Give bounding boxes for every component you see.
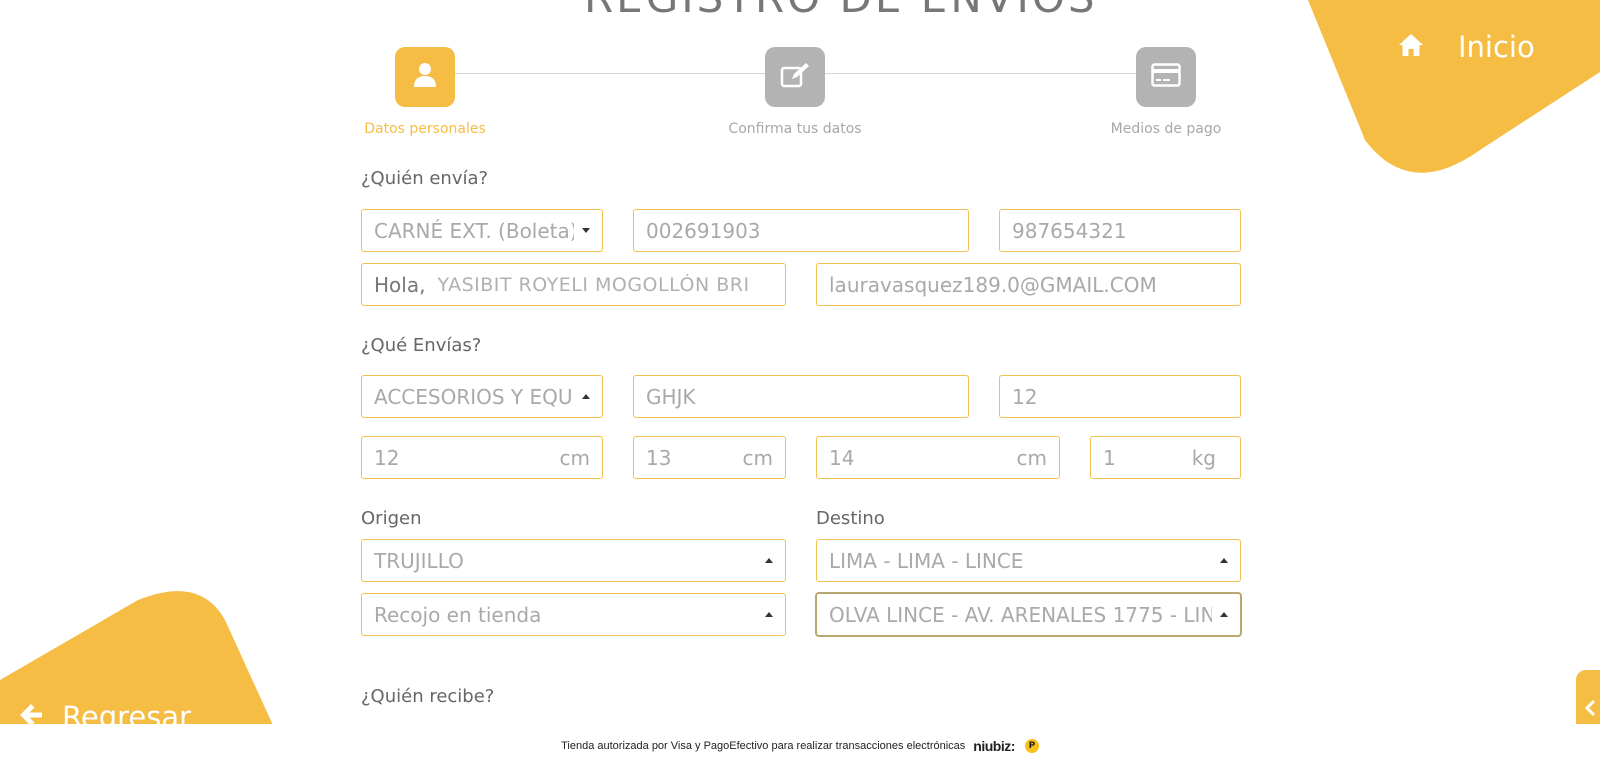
user-icon (413, 62, 437, 92)
recipient-section-label: ¿Quién recibe? (361, 686, 495, 707)
sender-name-value: YASIBIT ROYELI MOGOLLÓN BRI (437, 273, 750, 296)
destination-district-select[interactable]: LIMA - LIMA - LINCE (816, 539, 1241, 582)
origin-city-value: TRUJILLO (374, 548, 464, 573)
unit-kg-label: kg (1191, 445, 1216, 470)
destination-agency-value: OLVA LINCE - AV. ARENALES 1775 - LINCE (829, 602, 1212, 627)
origin-city-select[interactable]: TRUJILLO (361, 539, 786, 582)
home-link[interactable]: Inicio (1398, 30, 1535, 64)
weight-input[interactable]: 1 kg (1090, 436, 1241, 479)
footer-bar: Tienda autorizada por Visa y PagoEfectiv… (0, 724, 1600, 767)
package-section-label: ¿Qué Envías? (361, 335, 482, 356)
email-value: lauravasquez189.0@GMAIL.COM (829, 272, 1157, 297)
doc-type-select[interactable]: CARNÉ EXT. (Boleta) (361, 209, 603, 252)
page-title: REGISTRO DE ENVÍOS (584, 0, 1098, 22)
caret-up-icon (765, 558, 773, 563)
step-medios-pago[interactable]: Medios de pago (1076, 47, 1256, 137)
step-label: Confirma tus datos (728, 121, 862, 137)
category-select[interactable]: ACCESORIOS Y EQUIP (361, 375, 603, 418)
weight-value: 1 (1103, 445, 1116, 470)
step-label: Medios de pago (1110, 121, 1222, 137)
top-right-blob (1308, 0, 1600, 173)
caret-up-icon (765, 612, 773, 617)
origin-label: Origen (361, 508, 422, 529)
pagoefectivo-logo: P (1024, 738, 1039, 753)
description-value: GHJK (646, 384, 696, 409)
doc-number-value: 002691903 (646, 218, 761, 243)
caret-up-icon (1220, 612, 1228, 617)
destination-district-value: LIMA - LIMA - LINCE (829, 548, 1024, 573)
caret-down-icon (582, 228, 590, 233)
niubiz-logo: niubiz: (973, 737, 1015, 754)
length-value: 12 (374, 445, 400, 470)
chevron-left-icon (1584, 699, 1597, 720)
unit-cm-label: cm (559, 445, 590, 470)
description-input[interactable]: GHJK (633, 375, 969, 418)
greeting-label: Hola, (374, 272, 426, 297)
edit-icon (780, 62, 810, 92)
home-icon (1398, 33, 1424, 61)
category-value: ACCESORIOS Y EQUIP (374, 384, 574, 409)
caret-up-icon (582, 394, 590, 399)
destination-label: Destino (816, 508, 885, 529)
declared-value: 12 (1012, 384, 1038, 409)
width-value: 13 (646, 445, 672, 470)
step-confirma-datos[interactable]: Confirma tus datos (705, 47, 885, 137)
step-icon-box (1136, 47, 1196, 107)
email-input[interactable]: lauravasquez189.0@GMAIL.COM (816, 263, 1241, 306)
length-input[interactable]: 12 cm (361, 436, 603, 479)
unit-cm-label: cm (742, 445, 773, 470)
footer-text: Tienda autorizada por Visa y PagoEfectiv… (561, 739, 966, 752)
caret-up-icon (1220, 558, 1228, 563)
credit-card-icon (1151, 63, 1181, 91)
home-label: Inicio (1458, 30, 1535, 64)
pickup-mode-value: Recojo en tienda (374, 602, 542, 627)
step-datos-personales[interactable]: Datos personales (335, 47, 515, 137)
phone-value: 987654321 (1012, 218, 1127, 243)
destination-agency-select[interactable]: OLVA LINCE - AV. ARENALES 1775 - LINCE (816, 593, 1241, 636)
doc-type-value: CARNÉ EXT. (Boleta) (374, 218, 574, 243)
width-input[interactable]: 13 cm (633, 436, 786, 479)
height-input[interactable]: 14 cm (816, 436, 1060, 479)
doc-number-input[interactable]: 002691903 (633, 209, 969, 252)
step-icon-box (395, 47, 455, 107)
step-icon-box (765, 47, 825, 107)
sender-section-label: ¿Quién envía? (361, 168, 489, 189)
sender-name-field[interactable]: Hola, YASIBIT ROYELI MOGOLLÓN BRI (361, 263, 786, 306)
declared-value-input[interactable]: 12 (999, 375, 1241, 418)
step-label: Datos personales (364, 121, 486, 137)
pickup-mode-select[interactable]: Recojo en tienda (361, 593, 786, 636)
unit-cm-label: cm (1016, 445, 1047, 470)
height-value: 14 (829, 445, 855, 470)
phone-input[interactable]: 987654321 (999, 209, 1241, 252)
